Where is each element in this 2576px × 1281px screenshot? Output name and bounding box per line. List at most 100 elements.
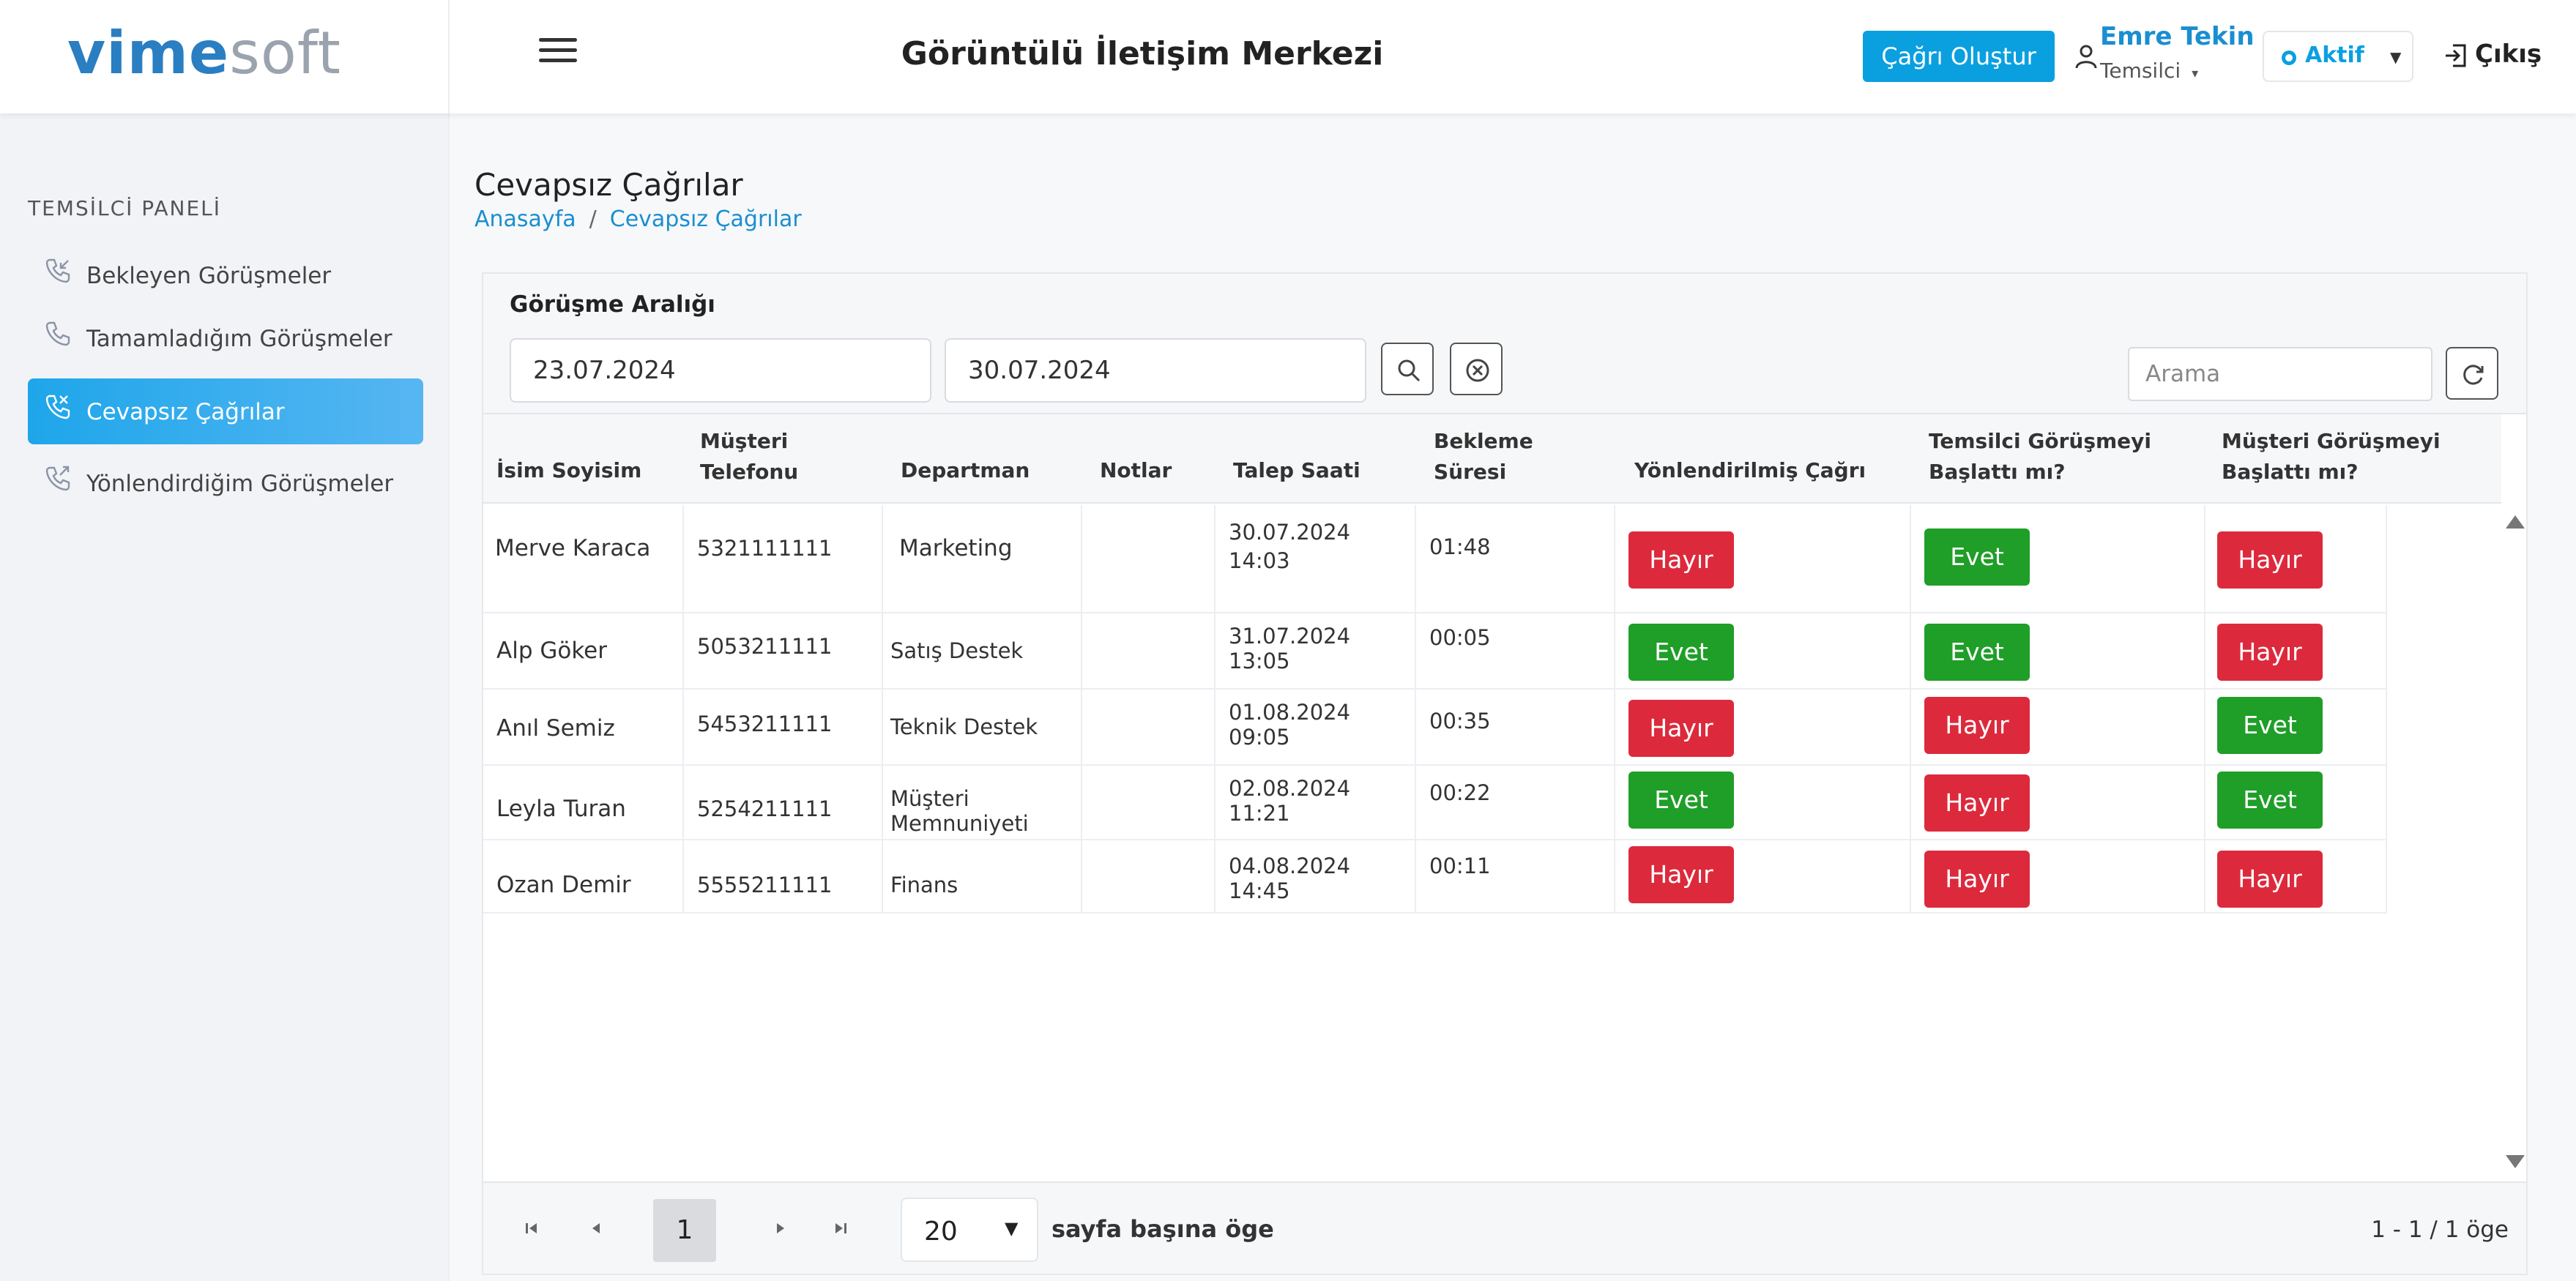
name-cell: Ozan Demir	[496, 872, 631, 898]
agent-started-status-badge: Hayır	[1924, 774, 2030, 832]
calls-table: İsim Soyisim Müşteri Telefonu Departman N…	[483, 413, 2526, 1181]
start-date-input[interactable]	[510, 338, 931, 403]
previous-page-icon[interactable]	[580, 1212, 612, 1244]
sidebar-item-label: Tamamladığım Görüşmeler	[86, 326, 392, 352]
phone-cell: 5254211111	[697, 796, 833, 821]
table-header: İsim Soyisim Müşteri Telefonu Departman N…	[483, 414, 2501, 504]
search-icon	[1398, 359, 1421, 382]
first-page-icon[interactable]	[515, 1212, 548, 1244]
table-row[interactable]: Leyla Turan 5254211111 Müşteri Memnuniyet…	[483, 766, 2387, 840]
column-header[interactable]: Temsilci Görüşmeyi Başlattı mı?	[1929, 426, 2151, 488]
agent-started-status-badge: Hayır	[1924, 697, 2030, 754]
notes-cell	[1082, 613, 1216, 688]
status-label: Aktif	[2305, 42, 2364, 68]
scroll-up-arrow-icon[interactable]	[2506, 515, 2525, 529]
table-row[interactable]: Merve Karaca 5321111111 Marketing 30.07.…	[483, 505, 2387, 613]
hamburger-menu-icon[interactable]	[539, 38, 577, 70]
sidebar: TEMSİLCİ PANELİ Bekleyen Görüşmeler Tama…	[0, 113, 450, 1281]
column-header[interactable]: Müşteri Görüşmeyi Başlattı mı?	[2222, 426, 2441, 488]
wait-time-cell: 00:11	[1429, 854, 1491, 878]
clear-filter-button[interactable]	[1450, 343, 1503, 395]
department-cell: Teknik Destek	[890, 714, 1038, 739]
notes-cell	[1082, 690, 1216, 764]
forwarded-status-badge: Evet	[1628, 624, 1734, 681]
caret-down-icon: ▼	[1005, 1218, 1019, 1239]
end-date-input[interactable]	[945, 338, 1366, 403]
sidebar-section-title: TEMSİLCİ PANELİ	[28, 196, 222, 220]
column-header[interactable]: Müşteri Telefonu	[700, 426, 798, 488]
column-header[interactable]: Talep Saati	[1233, 455, 1360, 486]
column-header[interactable]: Notlar	[1100, 455, 1172, 486]
page-size-select[interactable]: 20 ▼	[901, 1198, 1038, 1262]
forwarded-status-badge: Evet	[1628, 772, 1734, 829]
create-call-button[interactable]: Çağrı Oluştur	[1863, 31, 2055, 82]
per-page-label: sayfa başına öge	[1051, 1215, 1274, 1243]
breadcrumb-current-link[interactable]: Cevapsız Çağrılar	[610, 206, 802, 232]
sidebar-item-missed-calls[interactable]: Cevapsız Çağrılar	[28, 378, 423, 444]
notes-cell	[1082, 766, 1216, 839]
table-row[interactable]: Alp Göker 5053211111 Satış Destek 31.07.…	[483, 613, 2387, 690]
next-page-icon[interactable]	[764, 1212, 797, 1244]
department-cell: Marketing	[899, 535, 1013, 561]
breadcrumb: Anasayfa / Cevapsız Çağrılar	[474, 206, 802, 232]
agent-started-status-badge: Evet	[1924, 624, 2030, 681]
sidebar-item-completed-calls[interactable]: Tamamladığım Görüşmeler	[28, 305, 423, 371]
table-row[interactable]: Anıl Semiz 5453211111 Teknik Destek 01.0…	[483, 690, 2387, 766]
phone-cell: 5321111111	[697, 536, 833, 561]
column-header[interactable]: Bekleme Süresi	[1434, 426, 1533, 488]
customer-started-status-badge: Hayır	[2217, 624, 2323, 681]
search-button[interactable]	[1381, 343, 1434, 395]
scroll-down-arrow-icon[interactable]	[2506, 1155, 2525, 1168]
current-page-button[interactable]: 1	[653, 1199, 716, 1262]
notes-cell	[1082, 840, 1216, 912]
page-size-value: 20	[924, 1217, 958, 1247]
logo-part-2: soft	[229, 19, 341, 87]
user-role-dropdown[interactable]: Temsilci ▾	[2100, 59, 2198, 83]
request-time-cell: 30.07.2024 14:03	[1229, 520, 1351, 573]
sidebar-item-forwarded-calls[interactable]: Yönlendirdiğim Görüşmeler	[28, 450, 423, 516]
forwarded-status-badge: Hayır	[1628, 700, 1734, 757]
column-header[interactable]: Departman	[901, 455, 1030, 486]
agent-started-status-badge: Evet	[1924, 529, 2030, 586]
last-page-icon[interactable]	[824, 1212, 857, 1244]
request-time-cell: 01.08.2024 09:05	[1229, 700, 1351, 750]
user-icon	[2075, 45, 2097, 69]
phone-cell: 5453211111	[697, 712, 833, 736]
refresh-button[interactable]	[2446, 347, 2498, 400]
phone-missed-icon	[45, 395, 70, 419]
sidebar-item-label: Bekleyen Görüşmeler	[86, 263, 332, 289]
wait-time-cell: 00:05	[1429, 625, 1491, 650]
sidebar-item-pending-calls[interactable]: Bekleyen Görüşmeler	[28, 242, 423, 308]
notes-cell	[1082, 505, 1216, 612]
request-time-cell: 31.07.2024 13:05	[1229, 624, 1351, 673]
top-bar: vimesoft Görüntülü İletişim Merkezi Çağr…	[0, 0, 2576, 113]
search-input[interactable]	[2128, 347, 2432, 401]
agent-started-status-badge: Hayır	[1924, 851, 2030, 908]
department-cell: Satış Destek	[890, 638, 1024, 663]
status-dropdown[interactable]: Aktif ▼	[2263, 31, 2413, 82]
table-row[interactable]: Ozan Demir 5555211111 Finans 04.08.2024 1…	[483, 840, 2387, 914]
user-name[interactable]: Emre Tekin	[2100, 22, 2255, 51]
name-cell: Leyla Turan	[496, 796, 626, 822]
request-time-cell: 04.08.2024 14:45	[1229, 854, 1351, 903]
customer-started-status-badge: Hayır	[2217, 851, 2323, 908]
app-title: Görüntülü İletişim Merkezi	[901, 35, 1384, 72]
wait-time-cell: 01:48	[1429, 534, 1491, 559]
column-header[interactable]: Yönlendirilmiş Çağrı	[1634, 455, 1866, 486]
phone-cell: 5053211111	[697, 634, 833, 659]
logo-area: vimesoft	[0, 0, 450, 113]
page-title: Cevapsız Çağrılar	[474, 167, 743, 203]
items-range-text: 1 - 1 / 1 öge	[2371, 1217, 2509, 1243]
breadcrumb-home-link[interactable]: Anasayfa	[474, 206, 576, 232]
sidebar-item-label: Cevapsız Çağrılar	[86, 399, 285, 425]
phone-incoming-icon	[45, 258, 70, 283]
phone-cell: 5555211111	[697, 873, 833, 897]
phone-forwarded-icon	[45, 466, 70, 491]
refresh-icon	[2463, 365, 2484, 385]
column-header[interactable]: İsim Soyisim	[496, 455, 641, 486]
caret-down-icon: ▾	[2192, 66, 2199, 81]
logout-label: Çıkış	[2475, 40, 2542, 69]
logo[interactable]: vimesoft	[67, 19, 341, 87]
customer-started-status-badge: Evet	[2217, 772, 2323, 829]
customer-started-status-badge: Hayır	[2217, 531, 2323, 589]
